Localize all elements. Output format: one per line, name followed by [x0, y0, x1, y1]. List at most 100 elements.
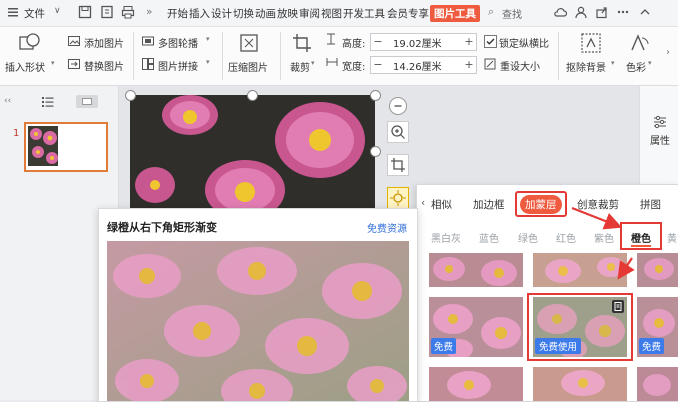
ribbon-scroll-right-icon[interactable]: › — [666, 47, 670, 58]
resize-handle[interactable] — [370, 146, 381, 157]
chevron-down-icon[interactable]: ▾ — [206, 35, 210, 43]
search-box[interactable]: ⌕ 查找 — [484, 5, 546, 21]
file-menu[interactable]: 文件 — [24, 6, 45, 21]
multi-carousel-button[interactable]: 多图轮播 — [158, 35, 198, 50]
tab-add-mask[interactable]: 加蒙层 — [520, 195, 562, 214]
remove-background-icon[interactable] — [580, 32, 602, 54]
free-badge: 免费 — [431, 338, 457, 354]
tab-add-border[interactable]: 加边框 — [473, 197, 505, 212]
slide-thumbnail[interactable] — [24, 122, 108, 172]
preview-title: 绿橙从右下角矩形渐变 — [107, 221, 217, 234]
chevron-down-icon[interactable]: ∨ — [54, 6, 61, 16]
color-icon[interactable] — [628, 32, 650, 54]
replace-picture-icon — [68, 58, 80, 70]
tab-similar[interactable]: 相似 — [431, 197, 452, 212]
free-resource-link[interactable]: 免费资源 — [367, 220, 407, 235]
replace-picture-button[interactable]: 替换图片 — [84, 58, 124, 73]
insert-shape-icon[interactable] — [18, 31, 42, 53]
zoom-in-icon[interactable] — [387, 121, 409, 143]
height-value[interactable]: 19.02厘米 — [393, 35, 442, 50]
tab-developer[interactable]: 开发工具 — [343, 6, 385, 21]
width-value[interactable]: 14.26厘米 — [393, 58, 442, 73]
zoom-out-icon[interactable] — [389, 97, 407, 115]
resize-handle[interactable] — [125, 90, 136, 101]
user-icon[interactable] — [574, 5, 588, 19]
picture-effects-icon[interactable] — [387, 187, 409, 209]
chevron-down-icon[interactable]: ▾ — [311, 59, 315, 67]
color-button[interactable]: 色彩 — [626, 59, 646, 74]
ribbon-toolbar: 插入形状 ▾ 添加图片 替换图片 多图轮播 ▾ 图片拼接 ▾ 压缩图片 裁剪 ▾… — [0, 27, 678, 86]
chevron-down-icon[interactable]: ▾ — [51, 59, 55, 67]
crop-tool-icon[interactable] — [387, 154, 409, 176]
width-spinner[interactable]: − 14.26厘米 + — [370, 56, 477, 74]
preview-image — [107, 241, 409, 401]
tab-start[interactable]: 开始 — [167, 6, 188, 21]
height-plus-button[interactable]: + — [462, 34, 476, 50]
export-pdf-icon[interactable] — [100, 5, 114, 19]
chevron-down-icon[interactable]: ▾ — [611, 59, 615, 67]
menu-bar: 文件 ∨ » 开始 插入 设计 切换 动画 放映 审阅 视图 开发工具 会员专享… — [0, 0, 678, 27]
chevron-down-icon[interactable]: ▾ — [648, 59, 652, 67]
outline-view-icon[interactable] — [42, 96, 54, 108]
tab-transition[interactable]: 切换 — [233, 6, 254, 21]
tab-insert[interactable]: 插入 — [189, 6, 210, 21]
compress-icon[interactable] — [238, 32, 260, 54]
ribbon-divider — [558, 32, 559, 80]
cloud-icon[interactable] — [553, 5, 567, 19]
mask-template-thumb[interactable] — [429, 253, 523, 287]
more-icon[interactable] — [616, 5, 630, 19]
collapse-ribbon-icon[interactable] — [638, 5, 652, 19]
lock-ratio-checkbox[interactable] — [484, 35, 497, 48]
tabs-scroll-left-icon[interactable]: ‹ — [421, 197, 425, 209]
slide-image[interactable] — [130, 95, 375, 215]
lock-ratio-label[interactable]: 锁定纵横比 — [499, 35, 549, 50]
hamburger-icon[interactable] — [6, 5, 20, 19]
properties-icon[interactable] — [652, 114, 668, 130]
mask-template-thumb[interactable] — [429, 367, 523, 401]
add-picture-button[interactable]: 添加图片 — [84, 35, 124, 50]
tab-animation[interactable]: 动画 — [255, 6, 276, 21]
mask-template-thumb[interactable] — [637, 367, 678, 401]
height-minus-button[interactable]: − — [371, 34, 385, 50]
width-minus-button[interactable]: − — [371, 57, 385, 73]
color-tab-green[interactable]: 绿色 — [518, 230, 538, 245]
mask-preview-popup: 绿橙从右下角矩形渐变 免费资源 — [98, 208, 418, 402]
tab-picture-tools[interactable]: 图片工具 — [430, 5, 480, 22]
compress-picture-button[interactable]: 压缩图片 — [228, 59, 268, 74]
remove-background-button[interactable]: 抠除背景 — [566, 59, 606, 74]
tab-slideshow[interactable]: 放映 — [277, 6, 298, 21]
width-plus-button[interactable]: + — [462, 57, 476, 73]
resize-handle[interactable] — [370, 90, 381, 101]
tab-collage[interactable]: 拼图 — [640, 197, 661, 212]
color-tab-blue[interactable]: 蓝色 — [479, 230, 499, 245]
mask-template-thumb[interactable]: 免费 — [637, 297, 678, 357]
crop-icon[interactable] — [291, 32, 313, 54]
resize-handle[interactable] — [247, 90, 258, 101]
height-label: 高度: — [342, 39, 366, 50]
properties-label[interactable]: 属性 — [650, 132, 670, 147]
color-tab-yellow[interactable]: 黄 — [667, 230, 677, 245]
mask-template-thumb[interactable] — [637, 253, 678, 287]
insert-shape-button[interactable]: 插入形状 — [5, 59, 45, 74]
splice-icon — [142, 58, 154, 70]
tab-review[interactable]: 审阅 — [299, 6, 320, 21]
share-icon[interactable] — [595, 5, 609, 19]
save-icon[interactable] — [78, 5, 92, 19]
tab-view[interactable]: 视图 — [321, 6, 342, 21]
print-icon[interactable] — [121, 5, 135, 19]
tab-member[interactable]: 会员专享 — [387, 6, 429, 21]
collapse-pane-icon[interactable]: ‹‹ — [4, 96, 11, 106]
search-label: 查找 — [502, 10, 522, 21]
chevron-down-icon[interactable]: ▾ — [206, 58, 210, 66]
annotation-box — [527, 293, 633, 361]
mask-template-thumb[interactable] — [533, 367, 627, 401]
height-spinner[interactable]: − 19.02厘米 + — [370, 33, 477, 51]
tab-design[interactable]: 设计 — [211, 6, 232, 21]
reset-size-button[interactable]: 重设大小 — [500, 58, 540, 73]
overflow-icon[interactable]: » — [146, 6, 152, 18]
mask-template-thumb[interactable]: 免费 — [429, 297, 523, 357]
color-tab-gray[interactable]: 黑白灰 — [431, 230, 461, 245]
crop-button[interactable]: 裁剪 — [290, 59, 310, 74]
slide-view-toggle[interactable] — [76, 95, 98, 108]
picture-splice-button[interactable]: 图片拼接 — [158, 58, 198, 73]
